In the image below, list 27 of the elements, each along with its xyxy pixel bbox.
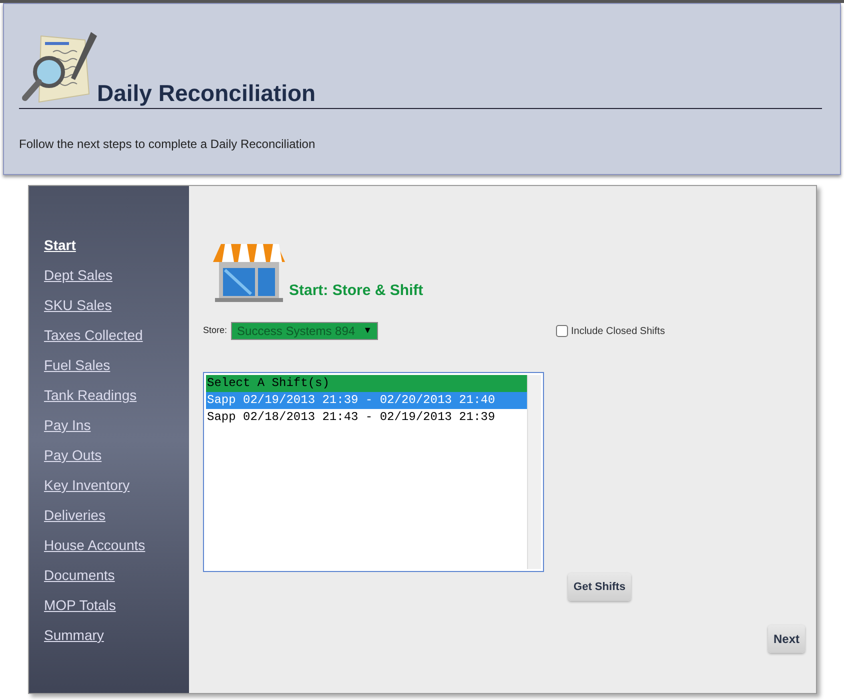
sidebar-link[interactable]: House Accounts [44,536,146,555]
store-label: Store: [203,324,228,338]
sidebar-link[interactable]: Pay Outs [44,446,102,465]
checkbox-label: Include Closed Shifts [571,324,665,338]
storefront-icon [211,242,287,304]
list-header-option[interactable]: Select A Shift(s) [206,375,527,392]
sidebar-link[interactable]: SKU Sales [44,296,112,315]
shift-option[interactable]: Sapp 02/19/2013 21:39 - 02/20/2013 21:40 [206,392,527,409]
sidebar-link[interactable]: Pay Ins [44,416,91,435]
sidebar-link[interactable]: Start [44,236,76,255]
sidebar-link[interactable]: Fuel Sales [44,356,110,375]
sidebar-link[interactable]: Documents [44,566,115,585]
sidebar-link[interactable]: Summary [44,626,104,645]
sidebar-link[interactable]: Deliveries [44,506,106,525]
sidebar-link[interactable]: MOP Totals [44,596,116,615]
page-subtitle: Follow the next steps to complete a Daily Reconciliation [19,136,316,153]
section-title: Start: Store & Shift [289,280,424,300]
shift-listbox[interactable]: Select A Shift(s) Sapp 02/19/2013 21:39 - 02/20/2013 21:40 Sapp 02/18/2013 21:43 - 02/19/2013 21:39 [203,372,544,572]
sidebar-link[interactable]: Key Inventory [44,476,130,495]
sidebar-link[interactable]: Tank Readings [44,386,137,405]
sidebar-link[interactable]: Dept Sales [44,266,112,285]
get-shifts-button[interactable]: Get Shifts [568,573,631,601]
next-button[interactable]: Next [768,625,805,653]
include-closed-checkbox[interactable] [556,325,568,337]
sidebar-link[interactable]: Taxes Collected [44,326,143,345]
store-dropdown[interactable]: Success Systems 894 ▼ [231,322,378,340]
page-title: Daily Reconciliation [97,79,316,107]
